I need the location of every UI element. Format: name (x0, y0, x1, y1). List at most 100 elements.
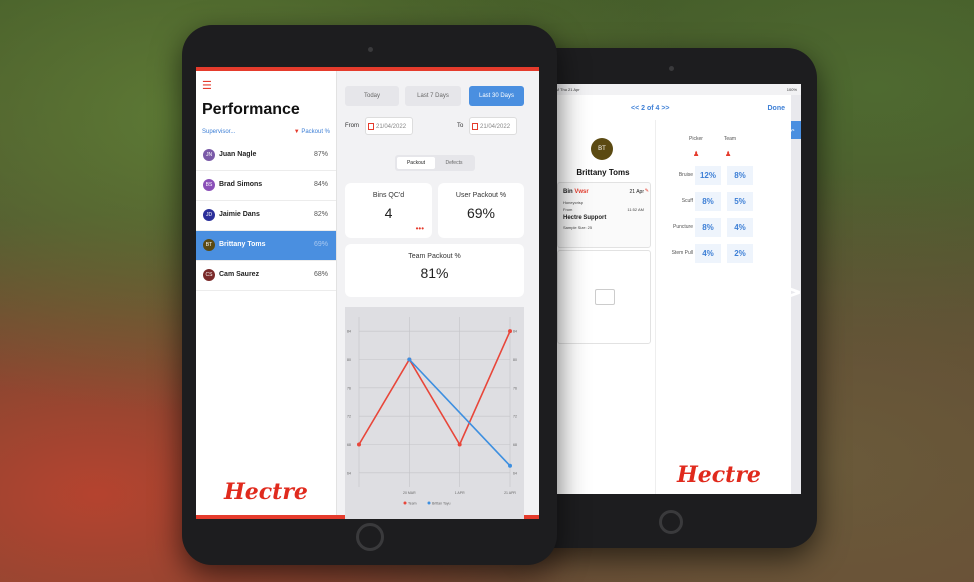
y-tick-left: 80 (347, 358, 351, 362)
y-tick-left: 76 (347, 386, 351, 390)
bin-time: 11:52 AM (627, 207, 644, 212)
photo-placeholder[interactable] (557, 250, 651, 344)
data-point[interactable] (508, 463, 512, 468)
y-tick-right: 64 (513, 471, 517, 475)
from-label: From (563, 207, 573, 212)
list-item[interactable]: BS Brad Simons 84% (196, 171, 336, 201)
range-today-button[interactable]: Today (345, 86, 399, 106)
avatar: BT (591, 138, 613, 160)
chevron-right-icon: > (775, 272, 804, 312)
supervisor-filter[interactable]: Supervisor... (202, 129, 235, 135)
user-packout-label: User Packout % (455, 192, 507, 199)
team-header: Team (723, 136, 737, 142)
avatar: BT (203, 239, 215, 251)
image-icon (595, 289, 615, 305)
avatar: BS (203, 179, 215, 191)
avatar: CS (203, 269, 215, 281)
done-button[interactable]: Done (768, 98, 786, 120)
data-point[interactable] (407, 357, 412, 362)
pager-nav[interactable]: << 2 of 4 >> (631, 98, 670, 120)
defect-name: Puncture (672, 224, 693, 230)
hectre-logo: Hectre (224, 479, 308, 505)
data-point[interactable] (508, 329, 512, 334)
calendar-icon (368, 123, 374, 130)
menu-icon[interactable]: ☰ (202, 79, 212, 92)
user-packout-value: 69% (466, 205, 496, 221)
packout-percent: 69% (313, 241, 328, 248)
sort-arrow-icon: ▼ (293, 129, 300, 135)
page-title: Performance (202, 101, 300, 118)
x-tick: 1 APR (455, 491, 465, 495)
defect-row: Bruise 12% 8% (655, 164, 765, 187)
to-date-field[interactable]: 21/04/2022 (469, 117, 517, 135)
x-tick: 20 MAR (403, 491, 416, 495)
team-packout-value: 81% (420, 265, 449, 281)
user-packout-card: User Packout % 69% (438, 183, 524, 238)
bins-card: Bins QC'd 4 ••• (345, 183, 432, 238)
picker-name: Brittany Toms (219, 241, 266, 248)
bins-label: Bins QC'd (372, 192, 405, 199)
sort-label: Packout % (301, 129, 330, 135)
support-name: Hectre Support (563, 215, 607, 221)
defect-row: Stem Pull 4% 2% (655, 242, 765, 265)
picker-value: 12% (695, 166, 721, 185)
picker-value: 8% (695, 218, 721, 237)
avatar: JD (203, 209, 215, 221)
chart-background (345, 307, 524, 519)
sidebar: ☰ Performance Supervisor... ▼ Packout % … (196, 71, 337, 515)
y-tick-right: 80 (513, 358, 517, 362)
sort-toggle[interactable]: ▼ Packout % (294, 129, 330, 135)
variety: Honeycrisp (563, 200, 584, 205)
bin-card[interactable]: Bin Vwsr 21 Apr ✎ Honeycrisp From 11:52 … (557, 182, 651, 248)
from-date-value: 21/04/2022 (376, 124, 407, 130)
list-item[interactable]: JN Juan Nagle 87% (196, 141, 336, 171)
edit-icon[interactable]: ✎ (645, 188, 649, 194)
list-item[interactable]: CS Cam Saurez 68% (196, 261, 336, 291)
defect-name: Bruise (678, 172, 693, 178)
picker-value: 8% (695, 192, 721, 211)
legend-label: Team (408, 501, 417, 505)
list-item[interactable]: BT Brittany Toms 69% (196, 231, 336, 261)
data-point[interactable] (457, 442, 462, 447)
team-value: 5% (727, 192, 753, 211)
team-packout-label: Team Packout % (408, 253, 461, 260)
metric-tabs: Packout Defects (395, 155, 475, 171)
y-tick-right: 76 (513, 386, 517, 390)
bin-date: 21 Apr (629, 189, 644, 195)
dashboard-panel: Today Last 7 Days Last 30 Days From 21/0… (337, 71, 539, 519)
range-30days-button[interactable]: Last 30 Days (469, 86, 524, 106)
from-date-field[interactable]: 21/04/2022 (365, 117, 413, 135)
picker-name: Juan Nagle (219, 151, 257, 158)
picker-name: Jaimie Dans (219, 211, 260, 218)
defect-name: Stem Pull (671, 250, 693, 256)
more-icon[interactable]: ••• (416, 225, 424, 233)
y-tick-left: 68 (347, 443, 351, 447)
tab-packout[interactable]: Packout (397, 157, 435, 169)
home-button (659, 510, 683, 534)
data-point[interactable] (357, 442, 361, 447)
detail-screen: AM Thu 21 Apr 100% 30 Days << 2 of 4 >> … (549, 84, 801, 494)
packout-percent: 82% (313, 211, 328, 218)
battery-status: 100% (786, 87, 797, 92)
packout-percent: 84% (313, 181, 328, 188)
status-bar: AM Thu 21 Apr 100% (549, 84, 801, 95)
range-7days-button[interactable]: Last 7 Days (405, 86, 461, 106)
picker-icon: ♟ (693, 151, 700, 158)
performance-screen: ☰ Performance Supervisor... ▼ Packout % … (196, 67, 539, 519)
list-item[interactable]: JD Jaimie Dans 82% (196, 201, 336, 231)
legend-marker (403, 501, 407, 505)
y-tick-right: 84 (513, 330, 517, 334)
team-value: 4% (727, 218, 753, 237)
team-packout-card: Team Packout % 81% (345, 244, 524, 297)
sample-size: Sample Size: 25 (563, 225, 593, 230)
to-label: To (457, 123, 464, 129)
picker-value: 4% (695, 244, 721, 263)
camera (669, 66, 674, 71)
tab-defects[interactable]: Defects (435, 157, 473, 169)
packout-percent: 68% (313, 271, 328, 278)
avatar: JN (203, 149, 215, 161)
defect-row: Scuff 8% 5% (655, 190, 765, 213)
team-icon: ♟ (725, 151, 732, 158)
y-tick-left: 72 (347, 415, 351, 419)
modal-body: BT Brittany Toms Bin Vwsr 21 Apr ✎ Honey… (553, 120, 791, 494)
